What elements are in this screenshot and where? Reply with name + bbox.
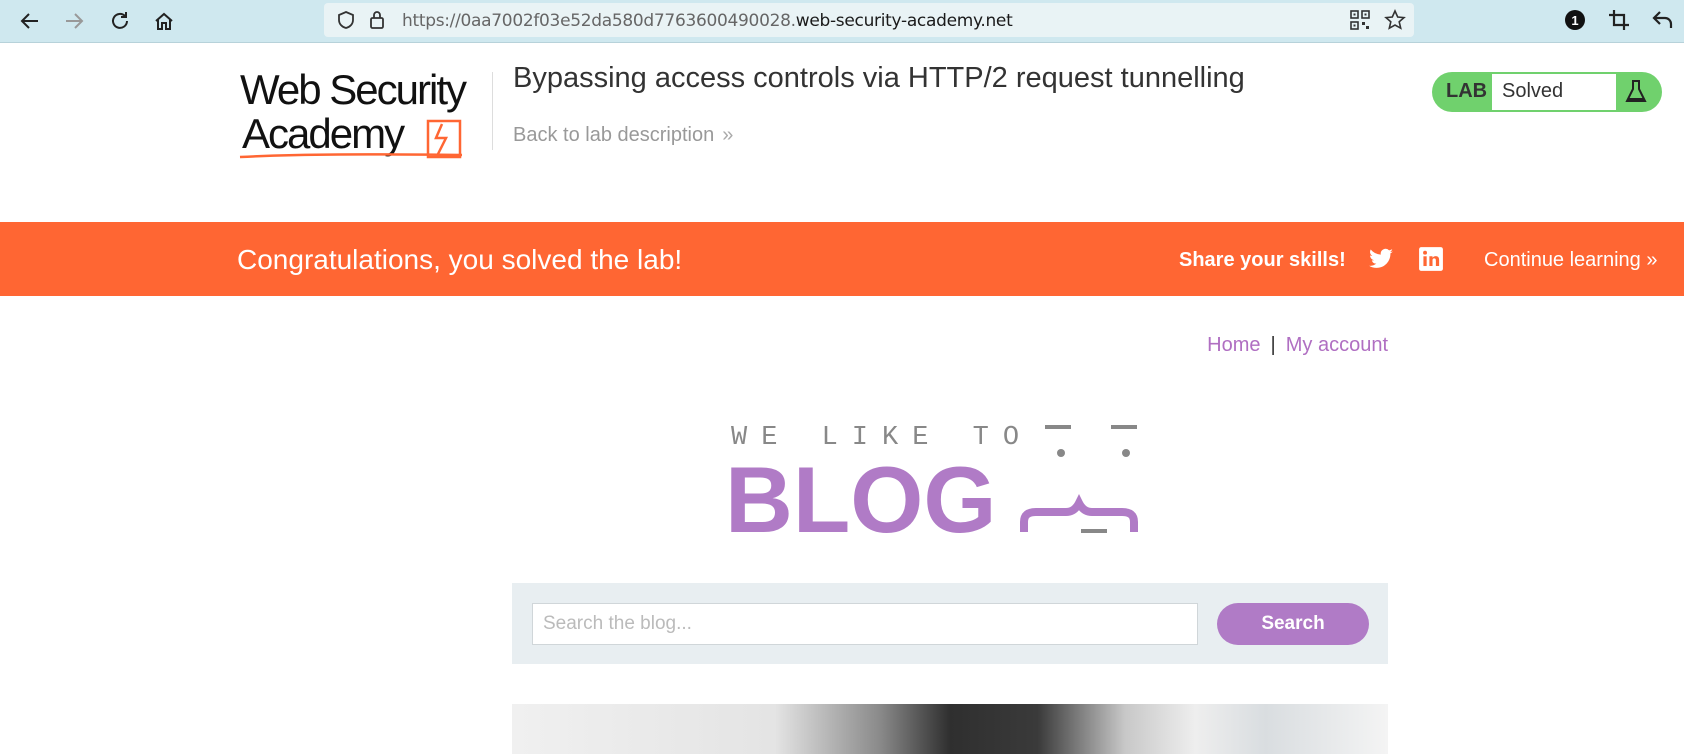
- double-chevron-right-icon: »: [1646, 249, 1658, 271]
- blog-post-image[interactable]: [512, 704, 1388, 754]
- linkedin-icon[interactable]: [1418, 246, 1444, 272]
- shield-icon[interactable]: [336, 10, 356, 30]
- top-navigation: Home | My account: [1200, 334, 1388, 357]
- lab-title: Bypassing access controls via HTTP/2 req…: [513, 62, 1245, 94]
- twitter-icon[interactable]: [1368, 248, 1394, 272]
- back-link-label: Back to lab description: [513, 124, 715, 146]
- svg-text:Academy: Academy: [242, 110, 405, 157]
- continue-learning-label: Continue learning: [1484, 249, 1641, 271]
- lab-status-badge: LAB Solved: [1432, 72, 1662, 112]
- share-skills-label: Share your skills!: [1179, 249, 1346, 271]
- search-input[interactable]: [532, 603, 1198, 645]
- browser-toolbar: https://0aa7002f03e52da580d7763600490028…: [0, 0, 1684, 43]
- solved-banner: Congratulations, you solved the lab! Sha…: [0, 222, 1684, 296]
- lab-status-box: Solved: [1492, 74, 1616, 110]
- forward-arrow-icon[interactable]: [60, 7, 88, 35]
- lab-label: LAB: [1446, 80, 1488, 102]
- search-button[interactable]: Search: [1217, 603, 1369, 645]
- flask-icon: [1620, 76, 1652, 108]
- qr-code-icon[interactable]: [1350, 10, 1370, 30]
- blog-logo-word: BLOG: [725, 447, 997, 542]
- header-divider: [492, 72, 493, 150]
- undo-icon[interactable]: [1652, 9, 1674, 31]
- notification-badge-icon[interactable]: 1: [1564, 9, 1586, 31]
- crop-icon[interactable]: [1608, 9, 1630, 31]
- lock-icon[interactable]: [368, 9, 386, 31]
- nav-separator: |: [1270, 334, 1276, 356]
- my-account-link[interactable]: My account: [1286, 334, 1388, 356]
- lab-status-text: Solved: [1502, 80, 1564, 102]
- address-bar[interactable]: https://0aa7002f03e52da580d7763600490028…: [324, 3, 1414, 37]
- double-chevron-right-icon: »: [722, 124, 734, 146]
- svg-text:1: 1: [1571, 13, 1578, 28]
- back-to-lab-description-link[interactable]: Back to lab description »: [513, 124, 733, 147]
- search-panel: Search: [512, 583, 1388, 664]
- congratulations-message: Congratulations, you solved the lab!: [237, 244, 683, 275]
- continue-learning-link[interactable]: Continue learning »: [1484, 249, 1657, 272]
- home-icon[interactable]: [150, 7, 178, 35]
- home-link[interactable]: Home: [1207, 334, 1260, 356]
- reload-icon[interactable]: [106, 7, 134, 35]
- back-arrow-icon[interactable]: [16, 7, 44, 35]
- blog-logo: WE LIKE TO BLOG: [725, 418, 1175, 552]
- bookmark-star-icon[interactable]: [1384, 9, 1406, 31]
- svg-text:Web Security: Web Security: [240, 66, 467, 113]
- web-security-academy-logo[interactable]: Web Security Academy: [238, 66, 490, 162]
- url-text[interactable]: https://0aa7002f03e52da580d7763600490028…: [402, 11, 1013, 31]
